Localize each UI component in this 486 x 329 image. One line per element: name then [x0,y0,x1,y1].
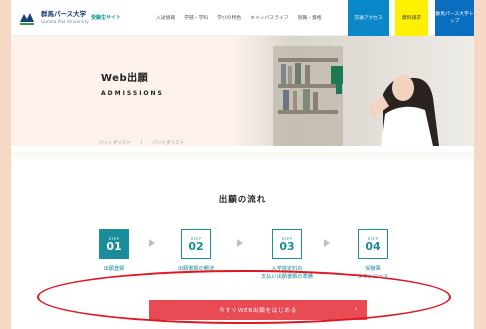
brand-subtitle: Gunma Paz University [41,19,90,24]
request-materials-button[interactable]: 資料請求 [395,0,428,36]
step-number: 01 [106,239,122,253]
step-number: 02 [188,239,204,253]
chevron-right-icon: › [354,305,358,313]
site-header: 群馬パース大学 Gunma Paz University 受験生サイト 入試情報… [11,0,474,36]
breadcrumb: パンくずリスト | パンくずリスト [99,140,184,146]
main-nav: 入試情報 学部・学科 学びの特色 キャンパスライフ 就職・資格 [156,14,322,21]
nav-item-careers[interactable]: 就職・資格 [298,14,322,21]
caption-line: ダウンロード [357,274,389,280]
breadcrumb-item[interactable]: パンくずリスト [99,140,131,146]
caption-line: 入学検定料の [271,266,303,272]
step-04-caption: 受験票 ダウンロード [346,265,400,281]
step-01-caption: 出願登録 [103,266,125,272]
start-web-application-button[interactable]: 今すぐWEB出願をはじめる › [149,300,367,320]
breadcrumb-separator: | [140,140,143,145]
step-02[interactable]: STEP 02 [181,229,211,259]
hero-photo [233,36,474,146]
nav-item-campus-life[interactable]: キャンパスライフ [250,14,288,21]
flow-title: 出願の流れ [218,195,267,205]
step-02-caption: 出願書類の郵送 [177,266,215,272]
caption-line: 受験票 [365,266,381,272]
caption-line: 支払い出願書類の準備 [261,274,313,280]
start-button-label: 今すぐWEB出願をはじめる [218,308,298,314]
breadcrumb-item: パンくずリスト [152,141,184,146]
step-number: 03 [279,239,295,253]
nav-item-departments[interactable]: 学部・学科 [184,14,208,21]
applicant-site-link[interactable]: 受験生サイト [91,14,121,21]
brand-name[interactable]: 群馬パース大学 [41,10,86,18]
university-logo[interactable] [17,8,37,28]
step-arrow-icon [237,239,243,247]
nav-item-features[interactable]: 学びの特色 [217,14,241,21]
page-subtitle: ADMISSIONS [101,90,164,97]
nav-item-admissions[interactable]: 入試情報 [156,14,175,21]
step-arrow-icon [149,239,155,247]
step-01[interactable]: STEP 01 [99,229,129,259]
step-03-caption: 入学検定料の 支払い出願書類の準備 [251,265,323,281]
page: 群馬パース大学 Gunma Paz University 受験生サイト 入試情報… [11,0,474,329]
hero-banner: Web出願 ADMISSIONS [11,36,474,146]
university-top-button[interactable]: 群馬パース大学トップ [435,0,474,36]
step-03[interactable]: STEP 03 [272,229,302,259]
page-title: Web出願 [101,73,149,84]
step-arrow-icon [324,239,330,247]
access-button[interactable]: 交通アクセス [348,0,389,36]
step-04[interactable]: STEP 04 [358,229,388,259]
step-number: 04 [365,239,381,253]
